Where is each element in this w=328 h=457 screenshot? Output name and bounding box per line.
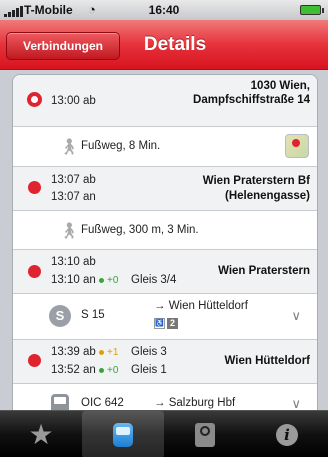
- stop-time: 13:07 an: [51, 191, 96, 203]
- tab-connections[interactable]: [82, 411, 164, 457]
- leg-row[interactable]: 🚶︎ Fußweg, 8 Min.: [13, 127, 317, 167]
- walk-icon: 🚶︎: [59, 223, 80, 240]
- leg-direction: → Salzburg Hbf: [154, 397, 236, 409]
- accessibility-icon: ♿: [154, 318, 165, 329]
- back-button[interactable]: Verbindungen: [6, 32, 120, 60]
- stop-time: 13:52 an: [51, 364, 96, 376]
- stop-marker-icon: [28, 181, 41, 194]
- leg-direction: → Wien Hütteldorf: [154, 300, 248, 312]
- leg-row[interactable]: OIC 642 → Salzburg Hbf ∨: [13, 384, 317, 410]
- tab-bar: ★ i: [0, 410, 328, 457]
- platform-label: Gleis 3/4: [131, 274, 177, 286]
- leg-row[interactable]: 🚶︎ Fußweg, 300 m, 3 Min.: [13, 211, 317, 250]
- s-bahn-icon: S: [49, 305, 71, 327]
- platform-label: Gleis 1: [131, 364, 167, 376]
- stop-marker-icon: [28, 265, 41, 278]
- clock: 16:40: [148, 3, 180, 17]
- stop-time: 13:10 ab: [51, 256, 96, 268]
- stop-row[interactable]: 13:10 ab 13:10 an +0 Gleis 3/4 Wien Prat…: [13, 250, 317, 294]
- star-icon: ★: [28, 418, 54, 450]
- leg-text: Fußweg, 8 Min.: [81, 140, 161, 152]
- chevron-down-icon[interactable]: ∨: [291, 308, 301, 324]
- stop-marker-icon: [28, 354, 41, 367]
- stop-time: 13:10 an: [51, 274, 96, 286]
- status-bar: T-Mobile ◔ 16:40: [0, 0, 328, 20]
- stop-time: 13:00 ab: [51, 95, 96, 107]
- leg-row[interactable]: S S 15 → Wien Hütteldorf ♿ 2 ∨: [13, 294, 317, 340]
- tab-info[interactable]: i: [246, 411, 328, 457]
- stop-name: Wien Praterstern: [218, 265, 310, 277]
- delay-indicator: +0: [99, 365, 118, 376]
- stop-time: 13:39 ab: [51, 346, 96, 358]
- itinerary-card: 13:00 ab 1030 Wien, Dampfschiffstraße 14…: [12, 74, 318, 410]
- stop-row[interactable]: 13:07 ab 13:07 an Wien Praterstern Bf (H…: [13, 167, 317, 211]
- stop-row[interactable]: 13:00 ab 1030 Wien, Dampfschiffstraße 14: [13, 75, 317, 127]
- leg-text: Fußweg, 300 m, 3 Min.: [81, 224, 199, 236]
- connection-details[interactable]: 13:00 ab 1030 Wien, Dampfschiffstraße 14…: [0, 70, 328, 410]
- tab-favorites[interactable]: ★: [0, 411, 82, 457]
- stop-row[interactable]: 13:39 ab +1 Gleis 3 13:52 an +0 Gleis 1 …: [13, 340, 317, 384]
- tab-departures[interactable]: [164, 411, 246, 457]
- train-icon: [51, 394, 69, 410]
- stop-name: Wien Praterstern Bf (Helenengasse): [202, 175, 310, 202]
- start-marker-icon: [27, 92, 42, 107]
- walk-icon: 🚶︎: [59, 139, 80, 156]
- page-title: Details: [143, 34, 207, 55]
- delay-indicator: +1: [99, 347, 118, 358]
- platform-label: Gleis 3: [131, 346, 167, 358]
- leg-text: S 15: [81, 309, 105, 321]
- train-icon: [113, 422, 133, 447]
- info-icon: i: [276, 423, 298, 446]
- map-icon[interactable]: [285, 134, 309, 158]
- stop-name: 1030 Wien, Dampfschiffstraße 14: [193, 80, 310, 106]
- battery-icon: [300, 5, 324, 15]
- delay-indicator: +0: [99, 275, 118, 286]
- stop-name: Wien Hütteldorf: [224, 355, 311, 367]
- stop-time: 13:07 ab: [51, 174, 96, 186]
- chevron-down-icon[interactable]: ∨: [291, 396, 301, 410]
- class-badge: 2: [167, 318, 178, 329]
- ticket-clock-icon: [195, 422, 215, 447]
- leg-text: OIC 642: [81, 397, 124, 409]
- navigation-bar: Verbindungen Details: [0, 20, 328, 70]
